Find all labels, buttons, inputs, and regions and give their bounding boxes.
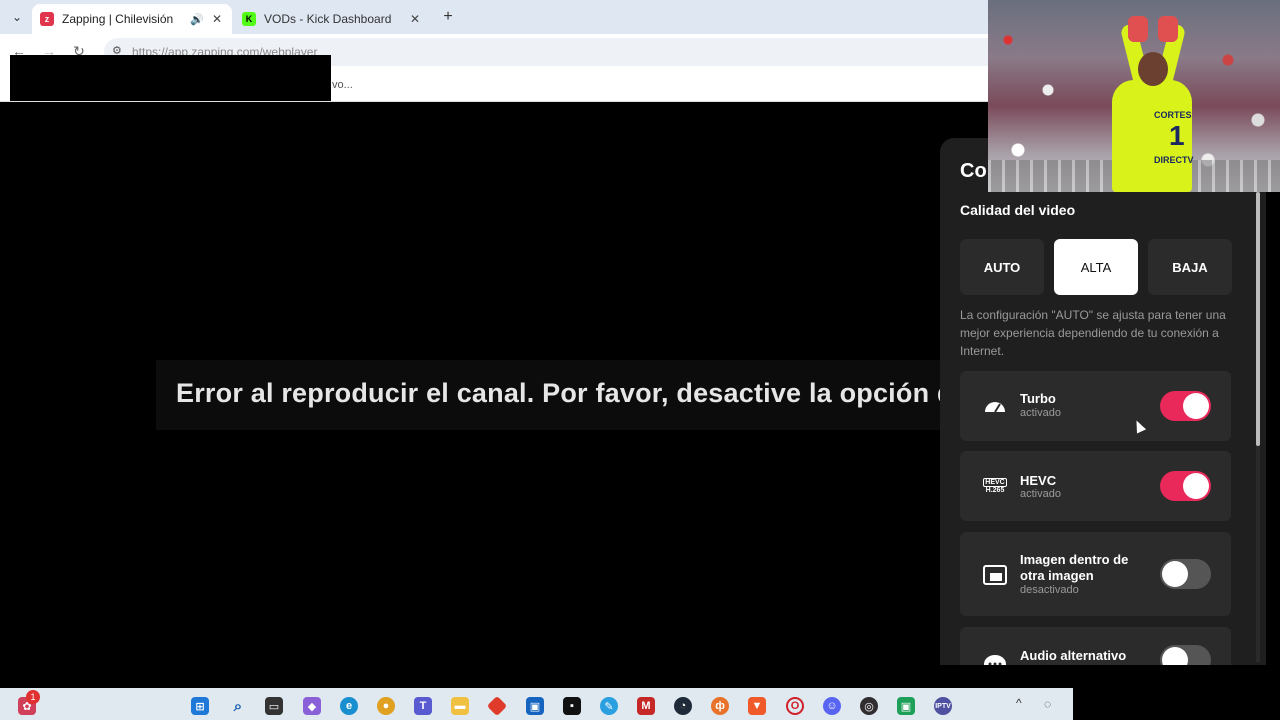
chat-bubble-icon [982,651,1008,665]
webcam-overlay: CORTES 1 DIRECTV [988,0,1280,192]
paint-icon[interactable]: ✎ [600,697,618,715]
goalkeeper-glove [1128,16,1148,42]
copilot-app-icon[interactable]: ◆ [303,697,321,715]
iptv-icon[interactable]: IPTV [934,697,952,715]
option-status: desactivado [1020,584,1079,596]
toggle-knob [1162,647,1188,665]
quality-description: La configuración "AUTO" se ajusta para t… [960,308,1226,358]
search-icon[interactable]: ⌕ [229,697,247,715]
settings-panel: Co Calidad del video AUTO ALTA BAJA La c… [940,138,1266,665]
app-green-icon[interactable]: ▣ [897,697,915,715]
hevc-icon-label: HEVC [983,478,1007,487]
chrome-icon[interactable]: ● [377,697,395,715]
option-name: Imagen dentro de otra imagen [1020,552,1129,583]
discord-icon[interactable]: ☺ [823,697,841,715]
option-turbo: Turbo activado [960,371,1231,441]
notification-badge: 1 [26,690,40,704]
kick-favicon-icon: K [242,12,256,26]
tab-kick-dashboard[interactable]: K VODs - Kick Dashboard ✕ [234,4,430,34]
new-tab-button[interactable]: + [438,7,458,27]
quality-alta-button[interactable]: ALTA [1054,239,1138,295]
quality-baja-button[interactable]: BAJA [1148,239,1232,295]
panel-title: Co [960,160,987,182]
toggle-knob [1183,473,1209,499]
edge-icon[interactable]: e [340,697,358,715]
option-status: activado [1020,488,1061,500]
error-message: Error al reproducir el canal. Por favor,… [176,378,1061,408]
close-icon[interactable]: ✕ [212,12,222,26]
brave-icon[interactable]: ▼ [748,697,766,715]
zapping-favicon-icon: z [40,12,54,26]
picture-in-picture-icon [982,562,1008,588]
option-status: activado [1020,407,1061,419]
windows-taskbar: ✿ 1 ⊞ ⌕ ▭ ◆ e ● T ▬ ▣ ▪ ✎ M ◔ ф ▼ O ☺ ◎ … [0,688,1073,720]
option-picture-in-picture: Imagen dentro de otra imagen desactivado [960,532,1231,616]
pip-toggle[interactable] [1160,559,1211,589]
bookmark-item[interactable]: vo... [332,79,353,91]
chevron-down-icon: ⌄ [11,10,23,24]
tray-overflow-icon[interactable]: ^ [1016,696,1022,710]
toggle-knob [1183,393,1209,419]
speaker-icon[interactable]: 🔊 [190,13,204,26]
speedometer-icon [982,393,1008,419]
hevc-icon: HEVC H.265 [982,473,1008,499]
option-audio-alternativo: Audio alternativo [960,627,1231,665]
quality-auto-button[interactable]: AUTO [960,239,1044,295]
firefox-icon[interactable]: ф [711,697,729,715]
plus-icon: + [443,8,453,25]
scrollbar-thumb[interactable] [1256,192,1260,446]
turbo-toggle[interactable] [1160,391,1211,421]
tab-search-menu-button[interactable]: ⌄ [6,6,28,28]
quality-section-label: Calidad del video [960,202,1076,218]
goalkeeper-glove [1158,16,1178,42]
tab-zapping[interactable]: z Zapping | Chilevisión 🔊 ✕ [32,4,232,34]
task-view-icon[interactable]: ▭ [265,697,283,715]
hevc-toggle[interactable] [1160,471,1211,501]
option-name: Turbo [1020,391,1056,406]
app-black-icon[interactable]: ▪ [563,697,581,715]
app-red-icon[interactable] [486,695,508,717]
speedtest-icon[interactable]: ◔ [674,697,692,715]
h265-icon-label: H.265 [985,487,1005,494]
option-name: Audio alternativo [1020,648,1127,663]
jersey-number: 1 [1169,120,1185,151]
store-icon[interactable]: ▣ [526,697,544,715]
tab-title: Zapping | Chilevisión [62,12,174,26]
file-explorer-icon[interactable]: ▬ [451,697,469,715]
mcafee-icon[interactable]: M [637,697,655,715]
browser-tab-strip: ⌄ z Zapping | Chilevisión 🔊 ✕ K VODs - K… [0,0,988,34]
close-icon[interactable]: ✕ [410,12,420,26]
option-name: HEVC [1020,473,1057,488]
opera-icon[interactable]: O [786,697,804,715]
redaction-block [10,55,331,101]
tab-title: VODs - Kick Dashboard [264,12,392,26]
jersey-sponsor: DIRECTV [1154,155,1194,165]
teams-icon[interactable]: T [414,697,432,715]
player-head [1138,52,1168,86]
obs-icon[interactable]: ◎ [860,697,878,715]
audio-alternativo-toggle[interactable] [1160,645,1211,665]
option-hevc: HEVC H.265 HEVC activado [960,451,1231,521]
windows-start-icon[interactable]: ⊞ [191,697,209,715]
network-icon[interactable]: ◌ [1044,697,1051,711]
jersey-name: CORTES [1154,110,1192,120]
toggle-knob [1162,561,1188,587]
